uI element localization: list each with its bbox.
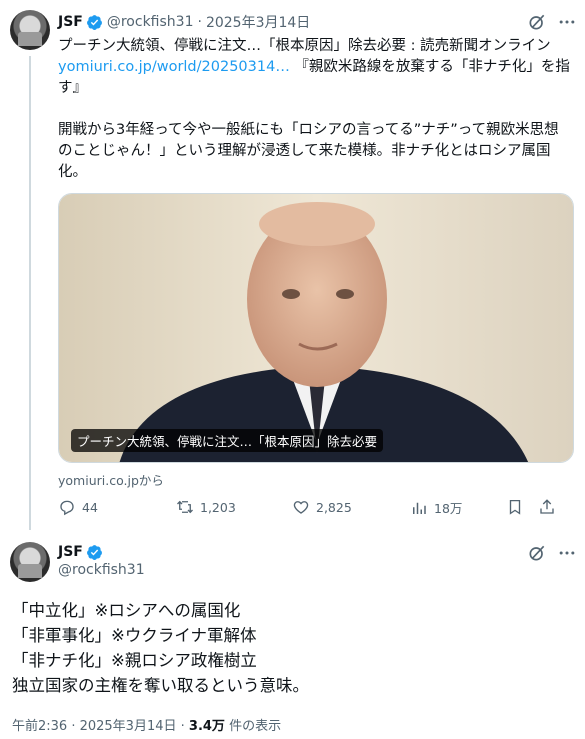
more-dots-icon[interactable] xyxy=(557,543,577,563)
tweet-meta: 午前2:36 · 2025年3月14日 · 3.4万 件の表示 xyxy=(12,715,281,734)
text-line: 「中立化」※ロシアへの属国化 xyxy=(12,601,241,620)
avatar[interactable] xyxy=(10,10,50,50)
tweet-timestamp[interactable]: 午前2:36 · 2025年3月14日 · xyxy=(12,719,185,734)
card-caption: プーチン大統領、停戦に注文…「根本原因」除去必要 xyxy=(71,429,384,452)
reply-button[interactable]: 44 xyxy=(58,498,98,516)
text-line: 「非軍事化」※ウクライナ軍解体 xyxy=(12,626,257,645)
avatar[interactable] xyxy=(10,542,50,582)
grok-icon[interactable] xyxy=(527,543,547,563)
text-line: のことじゃん！」という理解が浸透して来た模様。非ナチ化とはロシア属国 xyxy=(58,143,551,159)
views-count: 3.4万 xyxy=(188,719,225,734)
bookmark-icon xyxy=(509,499,521,515)
tweet-quoted[interactable]: JSF @rockfish31 · 2025年3月14日 プーチン大統領、停戦に… xyxy=(0,0,585,530)
article-link[interactable]: yomiuri.co.jp/world/20250314… xyxy=(58,59,290,75)
views-icon xyxy=(413,502,426,514)
action-bar: 44 1,203 2,825 18万 xyxy=(58,498,578,518)
author-name[interactable]: JSF xyxy=(58,14,83,30)
author-handle[interactable]: @rockfish31 xyxy=(58,562,145,578)
like-count: 2,825 xyxy=(316,499,352,515)
tweet-text: プーチン大統領、停戦に注文…「根本原因」除去必要 : 読売新聞オンライン yom… xyxy=(58,36,578,183)
reply-icon xyxy=(60,500,74,516)
like-icon xyxy=(293,501,309,514)
author-handle[interactable]: @rockfish31 xyxy=(107,14,194,30)
tweet-header: JSF @rockfish31 · 2025年3月14日 xyxy=(58,12,310,32)
thread-connector-line xyxy=(29,56,31,530)
text-line: プーチン大統領、停戦に注文…「根本原因」除去必要 : 読売新聞オンライン xyxy=(58,38,551,54)
link-card[interactable]: プーチン大統領、停戦に注文…「根本原因」除去必要 xyxy=(58,193,574,463)
repost-icon xyxy=(177,500,193,514)
text-fragment: 『親欧米路線を放棄する「非ナチ化」を指 xyxy=(289,59,570,75)
text-line: 「非ナチ化」※親ロシア政権樹立 xyxy=(12,651,257,670)
card-image xyxy=(59,194,573,462)
text-line: 開戦から3年経って今や一般紙にも「ロシアの言ってる”ナチ”って親欧米思想 xyxy=(58,122,559,138)
text-line: 独立国家の主権を奪い取るという意味。 xyxy=(12,676,309,695)
tweet-header: JSF xyxy=(58,543,107,561)
card-source[interactable]: yomiuri.co.jpから xyxy=(58,470,164,489)
views-label: 件の表示 xyxy=(224,719,282,734)
verified-badge-icon xyxy=(86,14,102,30)
separator-dot: · xyxy=(197,14,202,30)
text-line: す』 xyxy=(58,80,87,96)
share-icon xyxy=(540,499,554,514)
repost-count: 1,203 xyxy=(200,499,236,515)
repost-button[interactable]: 1,203 xyxy=(176,498,236,516)
text-line: yomiuri.co.jp/world/20250314… 『親欧米路線を放棄す… xyxy=(58,57,578,78)
grok-icon[interactable] xyxy=(527,12,547,32)
reply-count: 44 xyxy=(82,499,98,515)
views-count: 18万 xyxy=(434,501,463,516)
author-name[interactable]: JSF xyxy=(58,544,83,560)
views-button[interactable]: 18万 xyxy=(410,498,462,517)
text-line: 化。 xyxy=(58,164,87,180)
bookmark-button[interactable] xyxy=(506,498,530,516)
more-dots-icon[interactable] xyxy=(557,12,577,32)
share-button[interactable] xyxy=(538,498,562,516)
tweet-date[interactable]: 2025年3月14日 xyxy=(206,12,310,32)
tweet-text: 「中立化」※ロシアへの属国化 「非軍事化」※ウクライナ軍解体 「非ナチ化」※親ロ… xyxy=(12,598,572,698)
like-button[interactable]: 2,825 xyxy=(292,498,352,516)
verified-badge-icon xyxy=(86,544,102,560)
